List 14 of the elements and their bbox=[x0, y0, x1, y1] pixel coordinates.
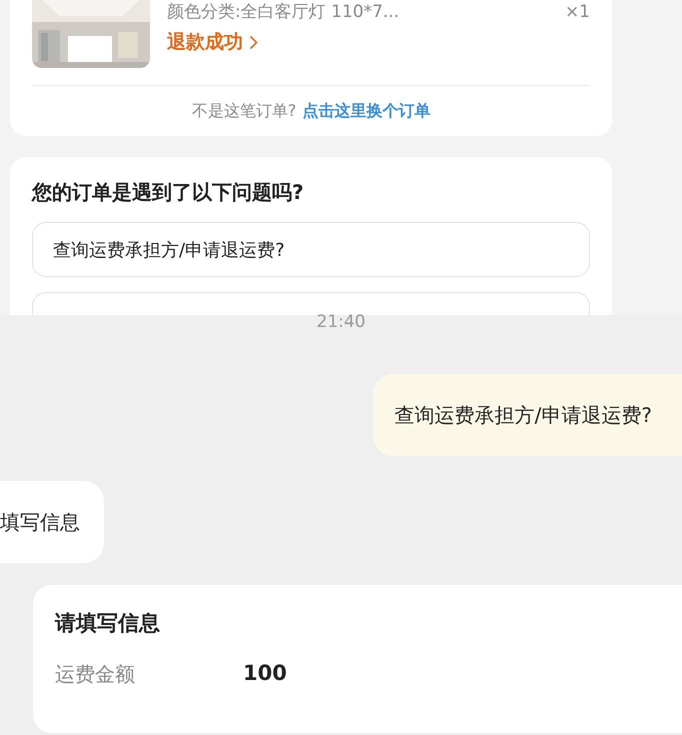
chevron-right-icon[interactable] bbox=[249, 34, 258, 50]
question-title: 您的订单是遇到了以下问题吗? bbox=[32, 179, 305, 206]
option-button[interactable]: 查询运费承担方/申请退运费? bbox=[32, 222, 590, 277]
message-bubble: 查询运费承担方/申请退运费? bbox=[372, 374, 682, 456]
field-label: 运费金额 bbox=[55, 661, 136, 688]
refund-status[interactable]: 退款成功 bbox=[167, 29, 243, 55]
field-value: 100 bbox=[243, 661, 287, 687]
message-bubble: 填写信息 bbox=[0, 481, 104, 563]
product-spec: 颜色分类:全白客厅灯 110*7... bbox=[167, 1, 400, 23]
form-title: 请填写信息 bbox=[55, 610, 161, 637]
quantity: ×1 bbox=[564, 1, 590, 23]
timestamp: 21:40 bbox=[316, 315, 366, 334]
switch-order-prompt: 不是这笔订单? bbox=[192, 100, 296, 122]
switch-order-link[interactable]: 点击这里换个订单 bbox=[302, 100, 430, 122]
